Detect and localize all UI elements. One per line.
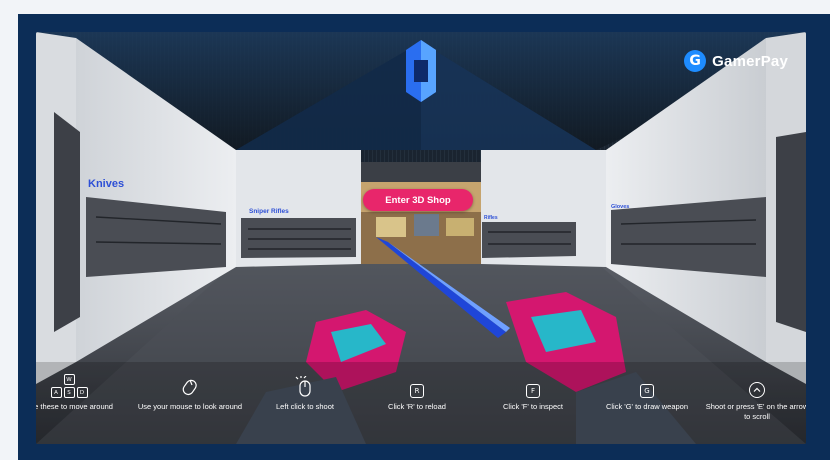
control-look-label: Use your mouse to look around [137, 402, 243, 411]
key-r-icon: R [410, 384, 424, 398]
gamerpay-logo: G GamerPay [684, 50, 788, 72]
wall-label-sniper-rifles: Sniper Rifles [249, 208, 289, 215]
mouse-click-icon [295, 376, 311, 397]
key-a: A [50, 387, 62, 398]
enter-3d-shop-button[interactable]: Enter 3D Shop [363, 189, 473, 211]
control-move: W A S D Use these to move around [36, 372, 124, 412]
control-move-label: Use these to move around [36, 402, 113, 411]
key-f-icon: F [526, 384, 540, 398]
control-inspect-label: Click 'F' to inspect [503, 402, 563, 411]
gamerpay-badge-icon: G [684, 50, 707, 72]
control-scroll-label: Shoot or press 'E' on the arrow to scrol… [705, 402, 806, 421]
key-s: S [63, 387, 75, 398]
control-scroll: Shoot or press 'E' on the arrow to scrol… [702, 372, 806, 422]
wall-label-rifles: Rifles [484, 215, 498, 221]
control-draw: G Click 'G' to draw weapon [592, 372, 702, 412]
control-shoot-label: Left click to shoot [276, 402, 334, 411]
chevron-up-icon [749, 382, 765, 398]
control-draw-label: Click 'G' to draw weapon [605, 402, 689, 411]
control-shoot: Left click to shoot [250, 372, 360, 412]
control-inspect: F Click 'F' to inspect [478, 372, 588, 412]
wall-label-gloves: Gloves [611, 204, 630, 210]
wasd-keys-icon: W A S D [50, 374, 88, 398]
key-g-icon: G [640, 384, 654, 398]
key-w: W [63, 374, 75, 385]
3d-shop-viewport[interactable]: G GamerPay Knives Sniper Rifles Rifles G… [36, 32, 806, 444]
control-reload-label: Click 'R' to reload [388, 402, 446, 411]
wall-label-knives: Knives [88, 178, 125, 190]
control-reload: R Click 'R' to reload [362, 372, 472, 412]
brand-name: GamerPay [712, 52, 788, 70]
control-look: Use your mouse to look around [135, 372, 245, 412]
key-d: D [76, 387, 88, 398]
controls-legend: W A S D Use these to move around [36, 372, 806, 442]
mouse-look-icon [182, 379, 197, 396]
